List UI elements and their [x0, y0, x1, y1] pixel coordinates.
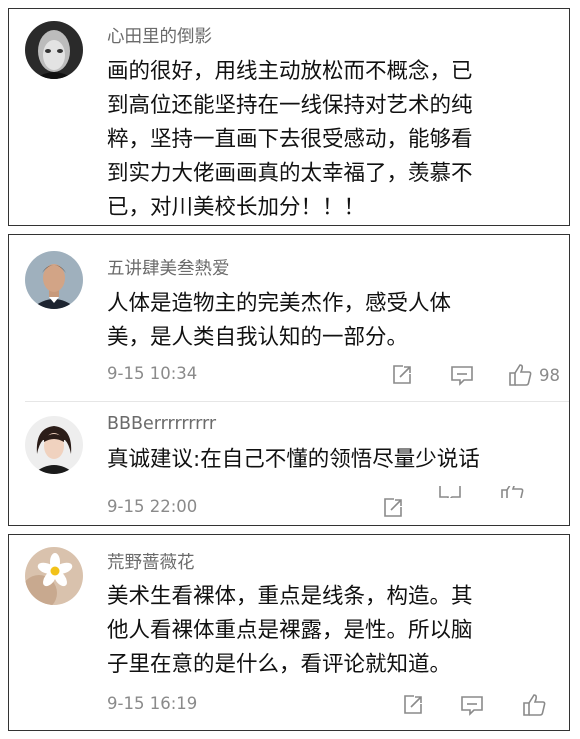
- comment-text: 美术生看裸体，重点是线条，构造。其 他人看裸体重点是裸露，是性。所以脑 子里在意…: [107, 580, 547, 682]
- timestamp: 9-15 16:19: [107, 694, 198, 713]
- username[interactable]: 心田里的倒影: [107, 23, 212, 48]
- avatar[interactable]: [25, 21, 83, 79]
- comment-meta: 9-15 16:19: [107, 691, 569, 719]
- username[interactable]: 五讲肆美叁熱爱: [107, 255, 230, 280]
- share-button[interactable]: [401, 691, 425, 719]
- comment-button[interactable]: [449, 361, 475, 389]
- comment-text-line: 已，对川美校长加分！！！: [107, 195, 366, 220]
- comment-meta: 9-15 10:34 98: [107, 361, 569, 389]
- like-icon: [523, 694, 546, 716]
- comment-text: 真诚建议:在自己不懂的领悟尽量少说话: [107, 443, 547, 477]
- username[interactable]: BBBerrrrrrrrr: [107, 414, 216, 434]
- comment-card-1: 心田里的倒影 画的很好，用线主动放松而不概念，已 到高位还能坚持在一线保持对艺术…: [8, 8, 570, 226]
- username[interactable]: 荒野蔷薇花: [107, 549, 195, 574]
- like-count: 98: [539, 365, 560, 385]
- share-button[interactable]: [390, 361, 414, 389]
- comment-card-2: 五讲肆美叁熱爱 人体是造物主的完美杰作，感受人体 美，是人类自我认知的一部分。 …: [8, 234, 570, 526]
- comment-button[interactable]: [459, 691, 485, 719]
- comment-text-line: 人体是造物主的完美杰作，感受人体: [107, 291, 452, 316]
- like-icon: [501, 486, 524, 498]
- comment-icon: [439, 486, 461, 498]
- share-button[interactable]: [381, 494, 405, 522]
- comment-text-line: 子里在意的是什么，看评论就知道。: [107, 652, 452, 677]
- comment-text-line: 到实力大佬画画真的太幸福了，羡慕不: [107, 161, 473, 186]
- comment-text-line: 他人看裸体重点是裸露，是性。所以脑: [107, 618, 473, 643]
- comment-text-line: 画的很好，用线主动放松而不概念，已: [107, 59, 473, 84]
- like-button[interactable]: [499, 486, 525, 498]
- avatar[interactable]: [25, 547, 83, 605]
- comment-text-line: 美，是人类自我认知的一部分。: [107, 325, 409, 350]
- divider: [25, 401, 569, 402]
- comment-text-line: 到高位还能坚持在一线保持对艺术的纯: [107, 93, 473, 118]
- comment-meta: 9-15 22:00: [107, 486, 569, 522]
- avatar[interactable]: [25, 251, 83, 309]
- like-icon: [509, 364, 532, 386]
- comment-text: 画的很好，用线主动放松而不概念，已 到高位还能坚持在一线保持对艺术的纯 粹，坚持…: [107, 55, 547, 225]
- timestamp: 9-15 10:34: [107, 364, 198, 383]
- like-button[interactable]: 98: [507, 361, 560, 389]
- avatar[interactable]: [25, 416, 83, 474]
- comment-text-line: 粹，坚持一直画下去很受感动，能够看: [107, 127, 473, 152]
- comment-icon: [451, 366, 473, 386]
- comment-text-line: 真诚建议:在自己不懂的领悟尽量少说话: [107, 447, 480, 472]
- comment-card-3: 荒野蔷薇花 美术生看裸体，重点是线条，构造。其 他人看裸体重点是裸露，是性。所以…: [8, 534, 570, 731]
- share-icon: [393, 365, 411, 384]
- comment-icon: [461, 696, 483, 716]
- share-icon: [404, 695, 422, 714]
- comment-text-line: 美术生看裸体，重点是线条，构造。其: [107, 584, 473, 609]
- comment-text: 人体是造物主的完美杰作，感受人体 美，是人类自我认知的一部分。: [107, 287, 547, 355]
- like-button[interactable]: [521, 691, 547, 719]
- share-icon: [384, 498, 402, 517]
- timestamp: 9-15 22:00: [107, 497, 198, 516]
- comment-button[interactable]: [437, 486, 463, 498]
